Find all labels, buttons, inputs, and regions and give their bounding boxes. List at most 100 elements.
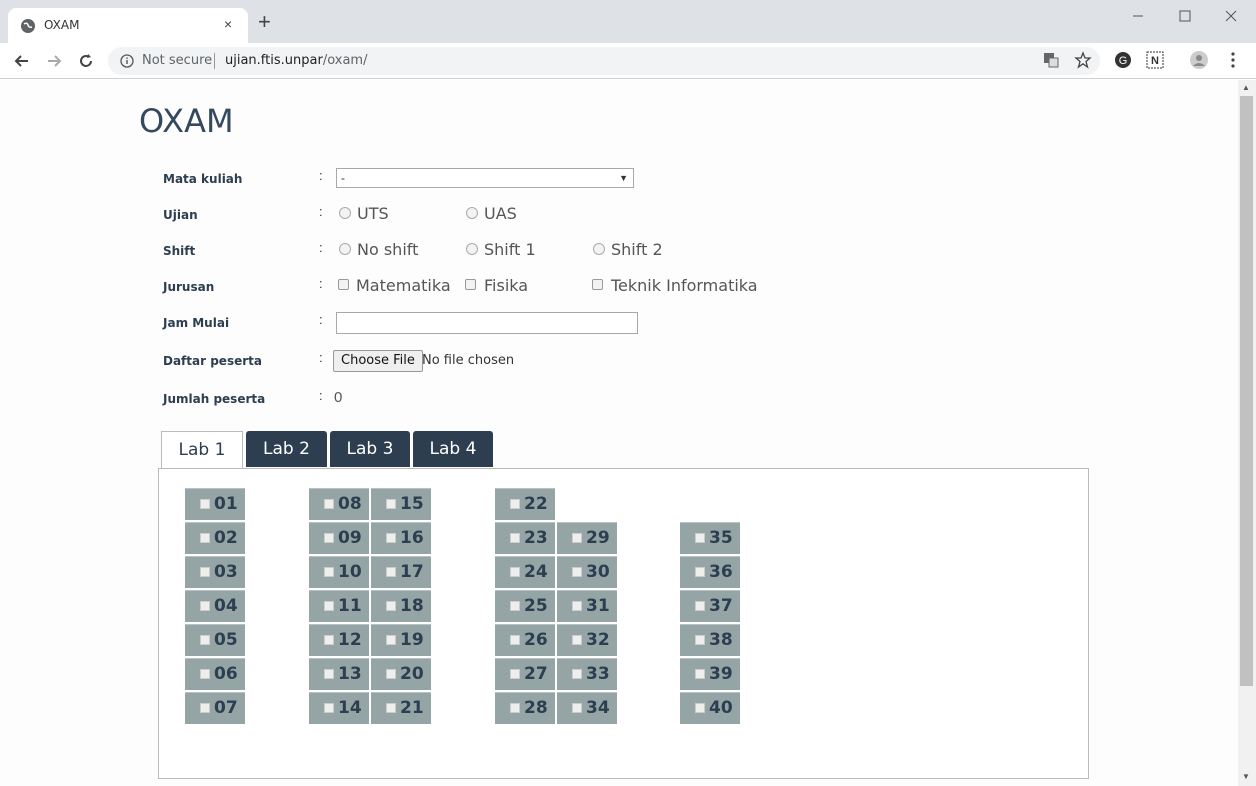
address-bar[interactable]: Not secure ujian.ftis.unpar/oxam/ (108, 47, 1100, 75)
seat-checkbox[interactable] (324, 601, 334, 611)
seat-22[interactable]: 22 (495, 488, 555, 520)
seat-checkbox[interactable] (510, 601, 520, 611)
seat-16[interactable]: 16 (371, 522, 431, 554)
seat-checkbox[interactable] (572, 601, 582, 611)
tab-lab-3[interactable]: Lab 3 (330, 431, 410, 467)
seat-checkbox[interactable] (695, 533, 705, 543)
seat-checkbox[interactable] (386, 567, 396, 577)
extension-n-icon[interactable]: N (1146, 51, 1164, 69)
seat-25[interactable]: 25 (495, 590, 555, 622)
seat-checkbox[interactable] (324, 635, 334, 645)
seat-23[interactable]: 23 (495, 522, 555, 554)
seat-05[interactable]: 05 (185, 624, 245, 656)
scroll-down-icon[interactable]: ▼ (1242, 772, 1250, 781)
seat-04[interactable]: 04 (185, 590, 245, 622)
jurusan-matematika-checkbox[interactable] (338, 279, 349, 290)
seat-31[interactable]: 31 (557, 590, 617, 622)
seat-checkbox[interactable] (510, 669, 520, 679)
seat-checkbox[interactable] (510, 703, 520, 713)
jurusan-fisika-checkbox[interactable] (465, 279, 476, 290)
choose-file-button[interactable]: Choose File (333, 350, 423, 372)
seat-11[interactable]: 11 (309, 590, 369, 622)
browser-tab[interactable]: OXAM × (8, 8, 248, 43)
seat-06[interactable]: 06 (185, 658, 245, 690)
close-window-icon[interactable] (1221, 6, 1241, 26)
ujian-uas-radio[interactable] (466, 207, 478, 219)
shift-none-radio[interactable] (339, 243, 351, 255)
seat-checkbox[interactable] (200, 635, 210, 645)
seat-34[interactable]: 34 (557, 692, 617, 724)
seat-18[interactable]: 18 (371, 590, 431, 622)
seat-checkbox[interactable] (386, 703, 396, 713)
profile-avatar-icon[interactable] (1190, 51, 1208, 69)
seat-checkbox[interactable] (695, 635, 705, 645)
seat-checkbox[interactable] (324, 499, 334, 509)
seat-checkbox[interactable] (324, 567, 334, 577)
seat-checkbox[interactable] (324, 703, 334, 713)
seat-39[interactable]: 39 (680, 658, 740, 690)
seat-12[interactable]: 12 (309, 624, 369, 656)
seat-32[interactable]: 32 (557, 624, 617, 656)
seat-40[interactable]: 40 (680, 692, 740, 724)
mata-kuliah-select[interactable]: - ▼ (336, 168, 634, 188)
seat-03[interactable]: 03 (185, 556, 245, 588)
seat-15[interactable]: 15 (371, 488, 431, 520)
seat-19[interactable]: 19 (371, 624, 431, 656)
back-arrow-icon[interactable] (12, 51, 32, 71)
seat-28[interactable]: 28 (495, 692, 555, 724)
seat-checkbox[interactable] (386, 499, 396, 509)
seat-checkbox[interactable] (572, 533, 582, 543)
seat-08[interactable]: 08 (309, 488, 369, 520)
seat-checkbox[interactable] (572, 703, 582, 713)
seat-36[interactable]: 36 (680, 556, 740, 588)
jurusan-ti-checkbox[interactable] (592, 279, 603, 290)
shift-1-radio[interactable] (466, 243, 478, 255)
seat-33[interactable]: 33 (557, 658, 617, 690)
seat-27[interactable]: 27 (495, 658, 555, 690)
scrollbar[interactable]: ▲ ▼ (1238, 80, 1256, 786)
seat-checkbox[interactable] (510, 499, 520, 509)
scroll-thumb[interactable] (1240, 96, 1253, 686)
seat-10[interactable]: 10 (309, 556, 369, 588)
seat-checkbox[interactable] (200, 499, 210, 509)
seat-checkbox[interactable] (572, 567, 582, 577)
seat-21[interactable]: 21 (371, 692, 431, 724)
seat-checkbox[interactable] (324, 669, 334, 679)
seat-checkbox[interactable] (386, 635, 396, 645)
tab-lab-2[interactable]: Lab 2 (246, 431, 327, 467)
seat-checkbox[interactable] (200, 669, 210, 679)
seat-09[interactable]: 09 (309, 522, 369, 554)
seat-checkbox[interactable] (695, 703, 705, 713)
minimize-icon[interactable] (1128, 6, 1148, 26)
seat-checkbox[interactable] (200, 567, 210, 577)
menu-kebab-icon[interactable] (1224, 51, 1242, 69)
shift-2-radio[interactable] (593, 243, 605, 255)
seat-26[interactable]: 26 (495, 624, 555, 656)
ujian-uts-radio[interactable] (339, 207, 351, 219)
seat-17[interactable]: 17 (371, 556, 431, 588)
seat-13[interactable]: 13 (309, 658, 369, 690)
seat-checkbox[interactable] (200, 601, 210, 611)
seat-checkbox[interactable] (695, 601, 705, 611)
seat-30[interactable]: 30 (557, 556, 617, 588)
seat-37[interactable]: 37 (680, 590, 740, 622)
seat-07[interactable]: 07 (185, 692, 245, 724)
seat-20[interactable]: 20 (371, 658, 431, 690)
new-tab-button[interactable]: + (258, 11, 271, 33)
forward-arrow-icon[interactable] (44, 51, 64, 71)
seat-checkbox[interactable] (200, 703, 210, 713)
seat-01[interactable]: 01 (185, 488, 245, 520)
seat-checkbox[interactable] (386, 669, 396, 679)
seat-02[interactable]: 02 (185, 522, 245, 554)
seat-checkbox[interactable] (386, 601, 396, 611)
info-icon[interactable] (120, 54, 134, 68)
jam-mulai-input[interactable] (336, 312, 638, 334)
reload-icon[interactable] (76, 51, 96, 71)
seat-checkbox[interactable] (200, 533, 210, 543)
seat-35[interactable]: 35 (680, 522, 740, 554)
seat-checkbox[interactable] (572, 669, 582, 679)
seat-checkbox[interactable] (324, 533, 334, 543)
seat-checkbox[interactable] (695, 669, 705, 679)
seat-14[interactable]: 14 (309, 692, 369, 724)
maximize-icon[interactable] (1175, 6, 1195, 26)
